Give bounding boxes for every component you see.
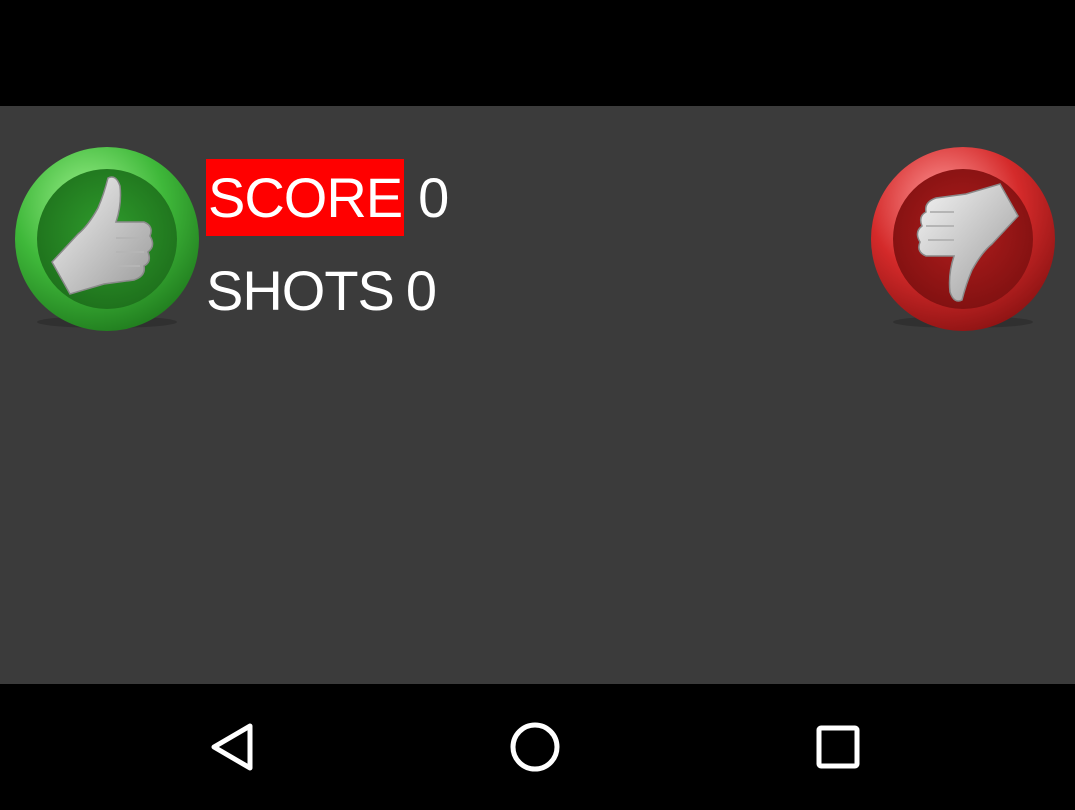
- thumbs-up-icon: [15, 147, 199, 331]
- back-triangle-icon: [211, 723, 253, 771]
- home-button[interactable]: [500, 712, 570, 782]
- recents-square-icon: [816, 725, 860, 769]
- score-value: 0: [418, 166, 450, 229]
- status-bar: [0, 0, 1075, 106]
- thumbs-up-button[interactable]: [12, 144, 202, 334]
- shots-value: 0: [405, 259, 438, 322]
- thumbs-down-icon: [871, 147, 1055, 331]
- score-label: SCORE: [206, 159, 405, 236]
- score-row: SCORE 0: [206, 159, 449, 236]
- app-area: SCORE 0 SHOTS 0: [0, 106, 1075, 684]
- home-circle-icon: [510, 722, 560, 772]
- shots-row: SHOTS 0: [206, 252, 437, 329]
- navigation-bar: [0, 684, 1075, 810]
- thumbs-down-button[interactable]: [868, 144, 1058, 334]
- back-button[interactable]: [198, 712, 268, 782]
- recents-button[interactable]: [803, 712, 873, 782]
- shots-label: SHOTS: [206, 259, 395, 322]
